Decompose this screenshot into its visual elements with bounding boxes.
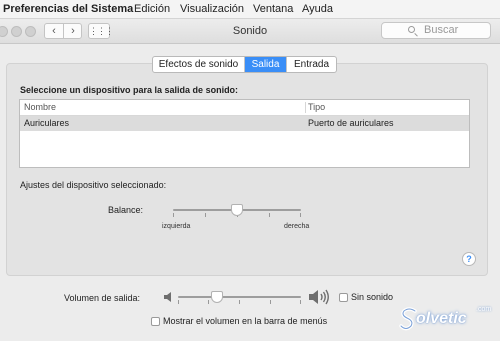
watermark-text: olvetic (416, 310, 467, 327)
volume-tick (239, 300, 240, 304)
column-header-tipo[interactable]: Tipo (308, 100, 325, 115)
menu-item-edicion[interactable]: Edición (134, 0, 170, 18)
balance-slider-knob[interactable] (231, 204, 243, 216)
mute-label: Sin sonido (351, 292, 394, 302)
menu-app-name[interactable]: Preferencias del Sistema (3, 0, 133, 18)
output-volume-label: Volumen de salida: (64, 293, 141, 303)
device-table: Nombre Tipo Auriculares Puerto de auricu… (19, 99, 470, 168)
volume-tick (208, 300, 209, 304)
mute-checkbox[interactable] (339, 293, 348, 302)
volume-tick (300, 300, 301, 304)
volume-slider-knob[interactable] (211, 291, 224, 303)
balance-right-label: derecha (284, 223, 310, 230)
window-toolbar: ‹ › ⋮⋮⋮ Sonido Buscar (0, 19, 500, 44)
device-name-cell: Auriculares (24, 118, 70, 128)
help-button[interactable]: ? (462, 252, 476, 266)
show-volume-menubar-checkbox[interactable] (151, 317, 160, 326)
search-placeholder: Buscar (424, 24, 459, 36)
volume-tick (178, 300, 179, 304)
balance-tick (269, 213, 270, 217)
device-settings-label: Ajustes del dispositivo seleccionado: (20, 180, 167, 190)
device-type-cell: Puerto de auriculares (308, 118, 394, 128)
balance-left-label: izquierda (162, 223, 191, 230)
speaker-low-icon (164, 292, 171, 302)
menu-item-visualizacion[interactable]: Visualización (180, 0, 244, 18)
column-divider (305, 102, 306, 113)
show-volume-menubar-label: Mostrar el volumen en la barra de menús (163, 316, 328, 326)
watermark-logo: olvetic .com (398, 300, 498, 340)
tab-efectos-de-sonido[interactable]: Efectos de sonido (153, 57, 245, 72)
volume-tick (270, 300, 271, 304)
tab-entrada[interactable]: Entrada (287, 57, 336, 72)
menu-item-ventana[interactable]: Ventana (253, 0, 293, 18)
select-device-label: Seleccione un dispositivo para la salida… (20, 85, 239, 95)
balance-label: Balance: (108, 205, 144, 215)
menu-item-ayuda[interactable]: Ayuda (302, 0, 333, 18)
watermark-domain: .com (476, 306, 492, 313)
balance-tick (173, 213, 174, 217)
column-header-nombre[interactable]: Nombre (24, 100, 56, 115)
volume-slider-track[interactable] (178, 296, 301, 298)
speaker-high-icon (309, 289, 329, 305)
search-icon (408, 26, 415, 33)
table-header: Nombre Tipo (20, 100, 469, 116)
search-field[interactable]: Buscar (381, 22, 491, 39)
tab-salida[interactable]: Salida (245, 57, 287, 72)
table-row[interactable]: Auriculares Puerto de auriculares (20, 116, 469, 131)
balance-tick (205, 213, 206, 217)
question-mark-icon: ? (466, 254, 472, 264)
menu-bar: Preferencias del Sistema Edición Visuali… (0, 0, 500, 19)
tab-bar: Efectos de sonido Salida Entrada (152, 56, 337, 73)
balance-tick (300, 213, 301, 217)
